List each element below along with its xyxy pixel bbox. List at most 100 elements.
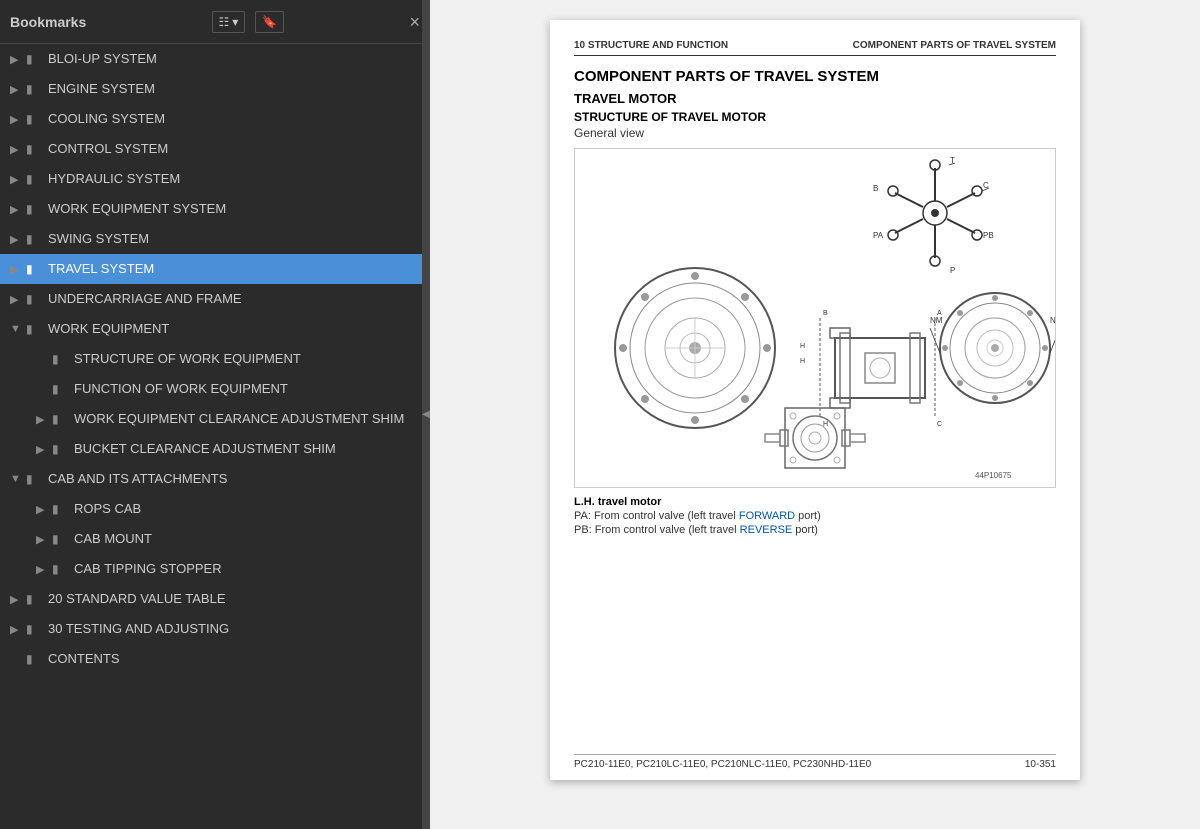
sidebar-view-button[interactable]: ☷ ▾	[212, 11, 246, 33]
sidebar-item-engine[interactable]: ▮ ENGINE SYSTEM	[0, 74, 430, 104]
diagram-svg: T C PB P PA B	[575, 149, 1055, 487]
svg-text:NA: NA	[1050, 316, 1055, 325]
sidebar-item-contents[interactable]: ▮ CONTENTS	[0, 644, 430, 674]
sidebar-item-label: CAB TIPPING STOPPER	[74, 561, 422, 578]
sidebar-item-label: COOLING SYSTEM	[48, 111, 422, 128]
sidebar-item-rops[interactable]: ▮ ROPS CAB	[0, 494, 430, 524]
bookmark-icon: ▮	[26, 142, 42, 156]
document-page: 10 STRUCTURE AND FUNCTION COMPONENT PART…	[550, 20, 1080, 780]
svg-text:NM: NM	[930, 316, 943, 325]
bookmark-icon: ▮	[26, 592, 42, 606]
arrow-icon	[36, 503, 52, 516]
sidebar-item-struct-we[interactable]: ▮ STRUCTURE OF WORK EQUIPMENT	[0, 344, 430, 374]
sidebar-item-label: ENGINE SYSTEM	[48, 81, 422, 98]
sidebar-item-label: 20 STANDARD VALUE TABLE	[48, 591, 422, 608]
close-button[interactable]: ×	[409, 13, 420, 31]
sidebar-title: Bookmarks	[10, 14, 86, 30]
arrow-icon	[10, 53, 26, 66]
travel-motor-diagram: T C PB P PA B	[574, 148, 1056, 488]
sidebar-item-travel[interactable]: ▮ TRAVEL SYSTEM	[0, 254, 430, 284]
sidebar-item-control[interactable]: ▮ CONTROL SYSTEM	[0, 134, 430, 164]
arrow-icon	[10, 473, 26, 485]
bookmark-icon: ▮	[26, 472, 42, 486]
bookmark-icon: ▮	[26, 292, 42, 306]
header-left: 10 STRUCTURE AND FUNCTION	[574, 40, 728, 51]
sidebar-item-label: STRUCTURE OF WORK EQUIPMENT	[74, 351, 422, 368]
bookmark-icon: ▮	[26, 82, 42, 96]
sidebar-item-blowup[interactable]: ▮ BLOI-UP SYSTEM	[0, 44, 430, 74]
document-subtitle2: STRUCTURE OF TRAVEL MOTOR	[574, 110, 1056, 124]
sidebar-item-we-clear-shim[interactable]: ▮ WORK EQUIPMENT CLEARANCE ADJUSTMENT SH…	[0, 404, 430, 434]
sidebar-item-label: 30 TESTING AND ADJUSTING	[48, 621, 422, 638]
arrow-icon	[10, 113, 26, 126]
sidebar-item-label: CONTENTS	[48, 651, 422, 668]
bookmark-icon: ▮	[26, 652, 42, 666]
arrow-icon	[10, 293, 26, 306]
sidebar-item-label: CAB MOUNT	[74, 531, 422, 548]
arrow-icon	[10, 623, 26, 636]
document-title: COMPONENT PARTS OF TRAVEL SYSTEM	[574, 68, 1056, 85]
svg-text:44P10675: 44P10675	[975, 471, 1012, 480]
sidebar-item-undercarriage[interactable]: ▮ UNDERCARRIAGE AND FRAME	[0, 284, 430, 314]
sidebar-item-func-we[interactable]: ▮ FUNCTION OF WORK EQUIPMENT	[0, 374, 430, 404]
arrow-icon	[36, 413, 52, 426]
arrow-icon	[10, 263, 26, 276]
sidebar-item-work-equip-sys[interactable]: ▮ WORK EQUIPMENT SYSTEM	[0, 194, 430, 224]
svg-text:C: C	[937, 421, 942, 428]
svg-text:B: B	[873, 184, 878, 193]
general-view-label: General view	[574, 126, 1056, 140]
bookmark-icon: ▮	[26, 622, 42, 636]
sidebar-item-label: WORK EQUIPMENT	[48, 321, 422, 338]
sidebar-header: Bookmarks ☷ ▾ 🔖 ×	[0, 0, 430, 44]
caption-pb-keyword: REVERSE	[740, 524, 793, 536]
sidebar-item-label: SWING SYSTEM	[48, 231, 422, 248]
document-footer: PC210-11E0, PC210LC-11E0, PC210NLC-11E0,…	[574, 754, 1056, 770]
sidebar-item-label: CONTROL SYSTEM	[48, 141, 422, 158]
bookmark-icon: ▮	[52, 412, 68, 426]
bookmark-icon: ▮	[52, 352, 68, 366]
caption-pa-prefix: PA: From control valve (left travel	[574, 510, 739, 522]
bookmark-icon: ▮	[52, 442, 68, 456]
bookmark-icon: ▮	[26, 52, 42, 66]
svg-text:PB: PB	[983, 231, 994, 240]
bookmark-icon: ▮	[26, 322, 42, 336]
sidebar-item-label: FUNCTION OF WORK EQUIPMENT	[74, 381, 422, 398]
bookmark-icon: ▮	[26, 112, 42, 126]
sidebar-item-hydraulic[interactable]: ▮ HYDRAULIC SYSTEM	[0, 164, 430, 194]
grid-icon: ☷	[219, 15, 230, 29]
arrow-icon	[36, 443, 52, 456]
dropdown-icon: ▾	[232, 15, 238, 29]
bookmark-icon: ▮	[52, 532, 68, 546]
header-right: COMPONENT PARTS OF TRAVEL SYSTEM	[853, 40, 1056, 51]
sidebar-item-testing[interactable]: ▮ 30 TESTING AND ADJUSTING	[0, 614, 430, 644]
sidebar-item-label: ROPS CAB	[74, 501, 422, 518]
sidebar-search-button[interactable]: 🔖	[255, 11, 284, 33]
sidebar-item-cab-mount[interactable]: ▮ CAB MOUNT	[0, 524, 430, 554]
sidebar-item-work-equip[interactable]: ▮ WORK EQUIPMENT	[0, 314, 430, 344]
sidebar-item-cab-stopper[interactable]: ▮ CAB TIPPING STOPPER	[0, 554, 430, 584]
footer-page-number: 10-351	[1025, 759, 1056, 770]
sidebar-item-cab-attach[interactable]: ▮ CAB AND ITS ATTACHMENTS	[0, 464, 430, 494]
sidebar-item-std-value[interactable]: ▮ 20 STANDARD VALUE TABLE	[0, 584, 430, 614]
arrow-icon	[10, 173, 26, 186]
bookmark-icon: ▮	[26, 172, 42, 186]
caption-pa: PA: From control valve (left travel FORW…	[574, 510, 1056, 522]
sidebar-item-label: WORK EQUIPMENT SYSTEM	[48, 201, 422, 218]
sidebar-item-swing[interactable]: ▮ SWING SYSTEM	[0, 224, 430, 254]
bookmark-search-icon: 🔖	[262, 15, 277, 29]
document-subtitle1: TRAVEL MOTOR	[574, 91, 1056, 106]
sidebar-item-cooling[interactable]: ▮ COOLING SYSTEM	[0, 104, 430, 134]
arrow-icon	[10, 233, 26, 246]
main-content: 10 STRUCTURE AND FUNCTION COMPONENT PART…	[430, 0, 1200, 829]
sidebar-item-bucket-shim[interactable]: ▮ BUCKET CLEARANCE ADJUSTMENT SHIM	[0, 434, 430, 464]
arrow-icon	[10, 593, 26, 606]
document-header: 10 STRUCTURE AND FUNCTION COMPONENT PART…	[574, 40, 1056, 56]
arrow-icon	[10, 143, 26, 156]
caption-pb: PB: From control valve (left travel REVE…	[574, 524, 1056, 536]
resize-handle[interactable]	[422, 0, 430, 829]
bookmark-icon: ▮	[52, 502, 68, 516]
arrow-icon	[36, 533, 52, 546]
bookmark-icon: ▮	[52, 382, 68, 396]
sidebar-item-label: UNDERCARRIAGE AND FRAME	[48, 291, 422, 308]
footer-model-numbers: PC210-11E0, PC210LC-11E0, PC210NLC-11E0,…	[574, 759, 871, 770]
